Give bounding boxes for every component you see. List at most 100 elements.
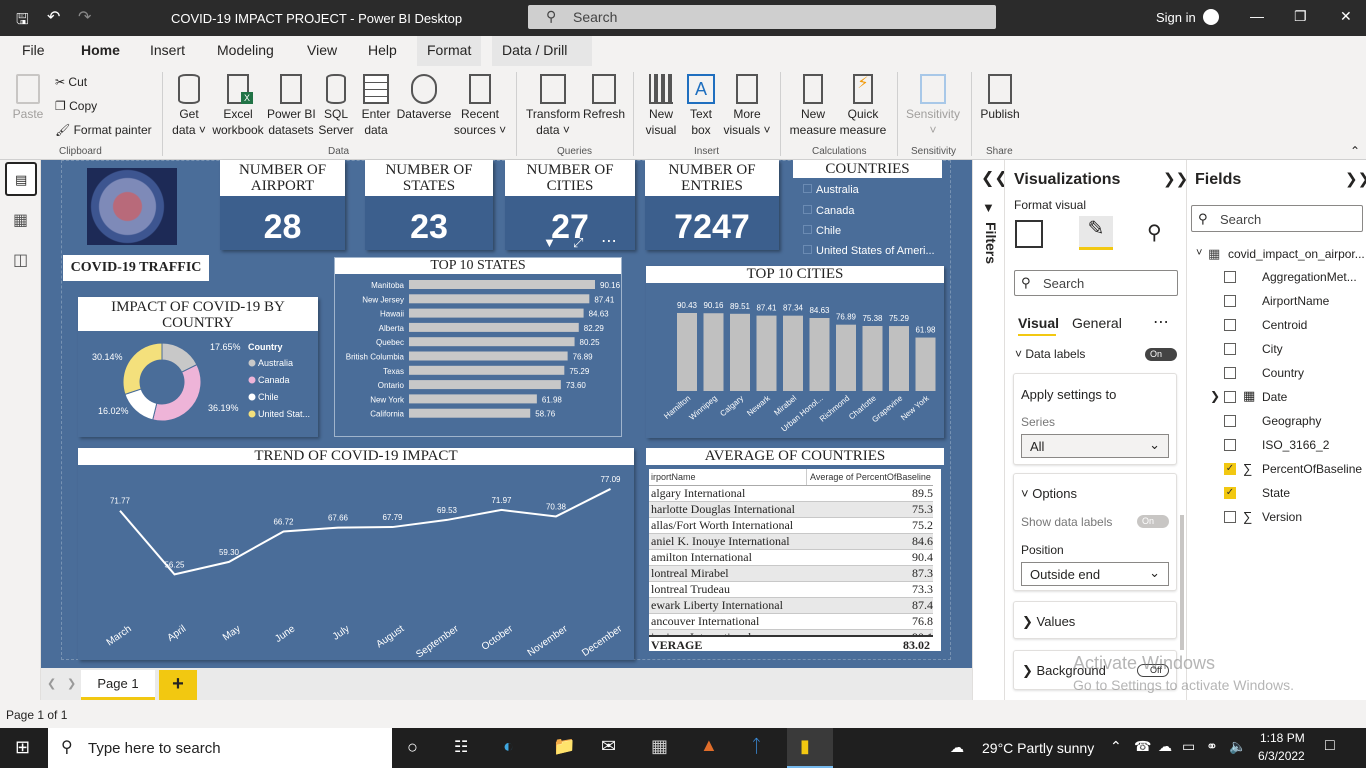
globe-icon[interactable]: ⚭: [1206, 738, 1218, 755]
fields-search-input[interactable]: ⚲ Search: [1191, 205, 1363, 232]
task-view-icon[interactable]: ☷: [454, 737, 468, 757]
table-row[interactable]: amilton International 90.43: [649, 549, 941, 566]
field-item[interactable]: Country: [1262, 366, 1304, 380]
field-item[interactable]: PercentOfBaseline: [1262, 462, 1362, 476]
save-icon[interactable]: 🖫: [16, 9, 29, 34]
meet-icon[interactable]: ☎: [1134, 738, 1151, 755]
show-data-labels-toggle[interactable]: On: [1137, 515, 1169, 528]
table-row[interactable]: ewark Liberty International 87.41: [649, 597, 941, 614]
collapse-ribbon-icon[interactable]: ⌃: [1350, 144, 1360, 158]
sql-server-button[interactable]: SQL Server: [317, 74, 355, 138]
filters-pane[interactable]: ❮❮ ▼ Filters: [972, 160, 1008, 700]
model-view-button[interactable]: ◫: [5, 244, 37, 278]
new-measure-button[interactable]: New measure: [788, 74, 838, 138]
table-row[interactable]: algary International 89.51: [649, 486, 941, 502]
enter-data-button[interactable]: Enter data: [358, 74, 394, 138]
col-airport[interactable]: irportName: [649, 469, 807, 485]
power-bi-taskbar-button[interactable]: ▮: [787, 728, 833, 768]
mail-icon[interactable]: ✉: [601, 736, 616, 757]
clock-time[interactable]: 1:18 PM: [1260, 731, 1305, 745]
windows-start-icon[interactable]: ⊞: [15, 737, 30, 758]
format-brush-icon[interactable]: ✎: [1079, 216, 1113, 250]
field-item[interactable]: AggregationMet...: [1262, 270, 1357, 284]
cut-button[interactable]: ✂ Cut: [55, 75, 87, 89]
file-explorer-icon[interactable]: 📁: [553, 736, 575, 757]
more-visuals-button[interactable]: More visuals ˅: [722, 74, 772, 138]
field-checkbox[interactable]: [1224, 295, 1236, 307]
slicer-item-usa[interactable]: United States of Ameri...: [803, 245, 935, 257]
weather-icon[interactable]: ☁: [950, 739, 964, 756]
edge-icon[interactable]: ◐: [503, 736, 514, 757]
table-row[interactable]: allas/Fort Worth International 75.29: [649, 517, 941, 534]
options-header[interactable]: ˅ Options: [1021, 486, 1077, 501]
refresh-button[interactable]: Refresh: [582, 74, 626, 122]
top-cities-visual[interactable]: TOP 10 CITIES 90.43 Hamilton 90.16 Winnipeg…: [646, 266, 944, 438]
tab-visual[interactable]: Visual: [1018, 315, 1059, 331]
tab-modeling[interactable]: Modeling: [217, 42, 274, 58]
focus-mode-icon[interactable]: ⤢: [573, 235, 583, 251]
tab-format[interactable]: Format: [417, 36, 482, 66]
notifications-icon[interactable]: □: [1325, 737, 1335, 755]
brave-icon[interactable]: ▲: [700, 735, 718, 756]
field-checkbox[interactable]: [1224, 367, 1236, 379]
field-checkbox[interactable]: [1224, 511, 1236, 523]
next-page-icon[interactable]: ❯: [67, 677, 76, 690]
table-row[interactable]: ancouver International 76.89: [649, 613, 941, 630]
field-checkbox[interactable]: [1224, 343, 1236, 355]
excel-workbook-button[interactable]: X Excel workbook: [210, 74, 266, 138]
report-view-button[interactable]: ▤: [5, 162, 37, 196]
table-row[interactable]: harlotte Douglas International 75.38: [649, 501, 941, 518]
table-row[interactable]: lontreal Trudeau 73.30: [649, 581, 941, 598]
volume-icon[interactable]: 🔈: [1229, 738, 1246, 755]
new-visual-button[interactable]: New visual: [642, 74, 680, 138]
data-labels-toggle[interactable]: On: [1145, 348, 1177, 361]
average-table-visual[interactable]: AVERAGE OF COUNTRIES irportName Average …: [646, 448, 944, 654]
data-labels-header[interactable]: ˅ Data labels: [1015, 347, 1085, 361]
clock-date[interactable]: 6/3/2022: [1258, 749, 1305, 763]
collapse-fields-icon[interactable]: ❯❯: [1345, 170, 1366, 188]
top-states-visual[interactable]: TOP 10 STATES Manitoba 90.16 New Jersey 87.…: [334, 257, 622, 437]
field-item[interactable]: Date: [1262, 390, 1287, 404]
transform-data-button[interactable]: Transform data ˅: [526, 74, 580, 138]
field-checkbox[interactable]: ✓: [1224, 487, 1236, 499]
kpi-airports[interactable]: NUMBER OF AIRPORT 28: [220, 160, 345, 250]
viz-more-icon[interactable]: ⋯: [1153, 312, 1169, 332]
weather-text[interactable]: 29°C Partly sunny: [982, 740, 1094, 756]
series-dropdown[interactable]: All ⌄: [1021, 434, 1169, 458]
field-item[interactable]: ISO_3166_2: [1262, 438, 1329, 452]
tab-data-drill[interactable]: Data / Drill: [492, 36, 592, 66]
recent-sources-button[interactable]: Recent sources ˅: [453, 74, 507, 138]
trend-visual[interactable]: TREND OF COVID-19 IMPACT 71.77 March 56.25…: [78, 448, 634, 660]
dataverse-button[interactable]: Dataverse: [396, 74, 452, 122]
build-visual-icon[interactable]: [1015, 220, 1043, 248]
power-bi-datasets-button[interactable]: Power BI datasets: [267, 74, 316, 138]
get-data-button[interactable]: Get data ˅: [170, 74, 208, 138]
col-average[interactable]: Average of PercentOfBaseline: [807, 469, 931, 485]
position-dropdown[interactable]: Outside end ⌄: [1021, 562, 1169, 586]
field-item[interactable]: City: [1262, 342, 1283, 356]
sensitivity-button[interactable]: Sensitivity ˅: [903, 74, 963, 138]
bluetooth-icon[interactable]: ᛏ: [751, 736, 762, 757]
field-item[interactable]: State: [1262, 486, 1290, 500]
kpi-states[interactable]: NUMBER OF STATES 23: [365, 160, 493, 250]
format-painter-button[interactable]: 🖌 Format painter: [55, 123, 152, 137]
cortana-icon[interactable]: ○: [407, 737, 418, 758]
table-row[interactable]: lontreal Mirabel 87.34: [649, 565, 941, 582]
tab-file[interactable]: File: [22, 42, 45, 58]
field-checkbox[interactable]: [1224, 415, 1236, 427]
slicer-item-canada[interactable]: Canada: [803, 205, 855, 217]
field-checkbox[interactable]: [1224, 319, 1236, 331]
donut-visual[interactable]: IMPACT OF COVID-19 BY COUNTRY 17.65% 36.1…: [78, 297, 318, 437]
analytics-icon[interactable]: ⚲: [1147, 220, 1162, 245]
field-item[interactable]: Centroid: [1262, 318, 1307, 332]
field-checkbox[interactable]: ✓: [1224, 463, 1236, 475]
filter-icon[interactable]: ▼: [543, 235, 556, 250]
avatar[interactable]: [1203, 9, 1219, 25]
field-checkbox[interactable]: [1224, 391, 1236, 403]
title-search-box[interactable]: ⚲ Search: [528, 5, 996, 29]
sign-in-link[interactable]: Sign in: [1156, 10, 1196, 25]
field-checkbox[interactable]: [1224, 439, 1236, 451]
restore-icon[interactable]: ❐: [1294, 8, 1307, 25]
slicer-item-chile[interactable]: Chile: [803, 225, 841, 237]
tab-help[interactable]: Help: [368, 42, 397, 58]
